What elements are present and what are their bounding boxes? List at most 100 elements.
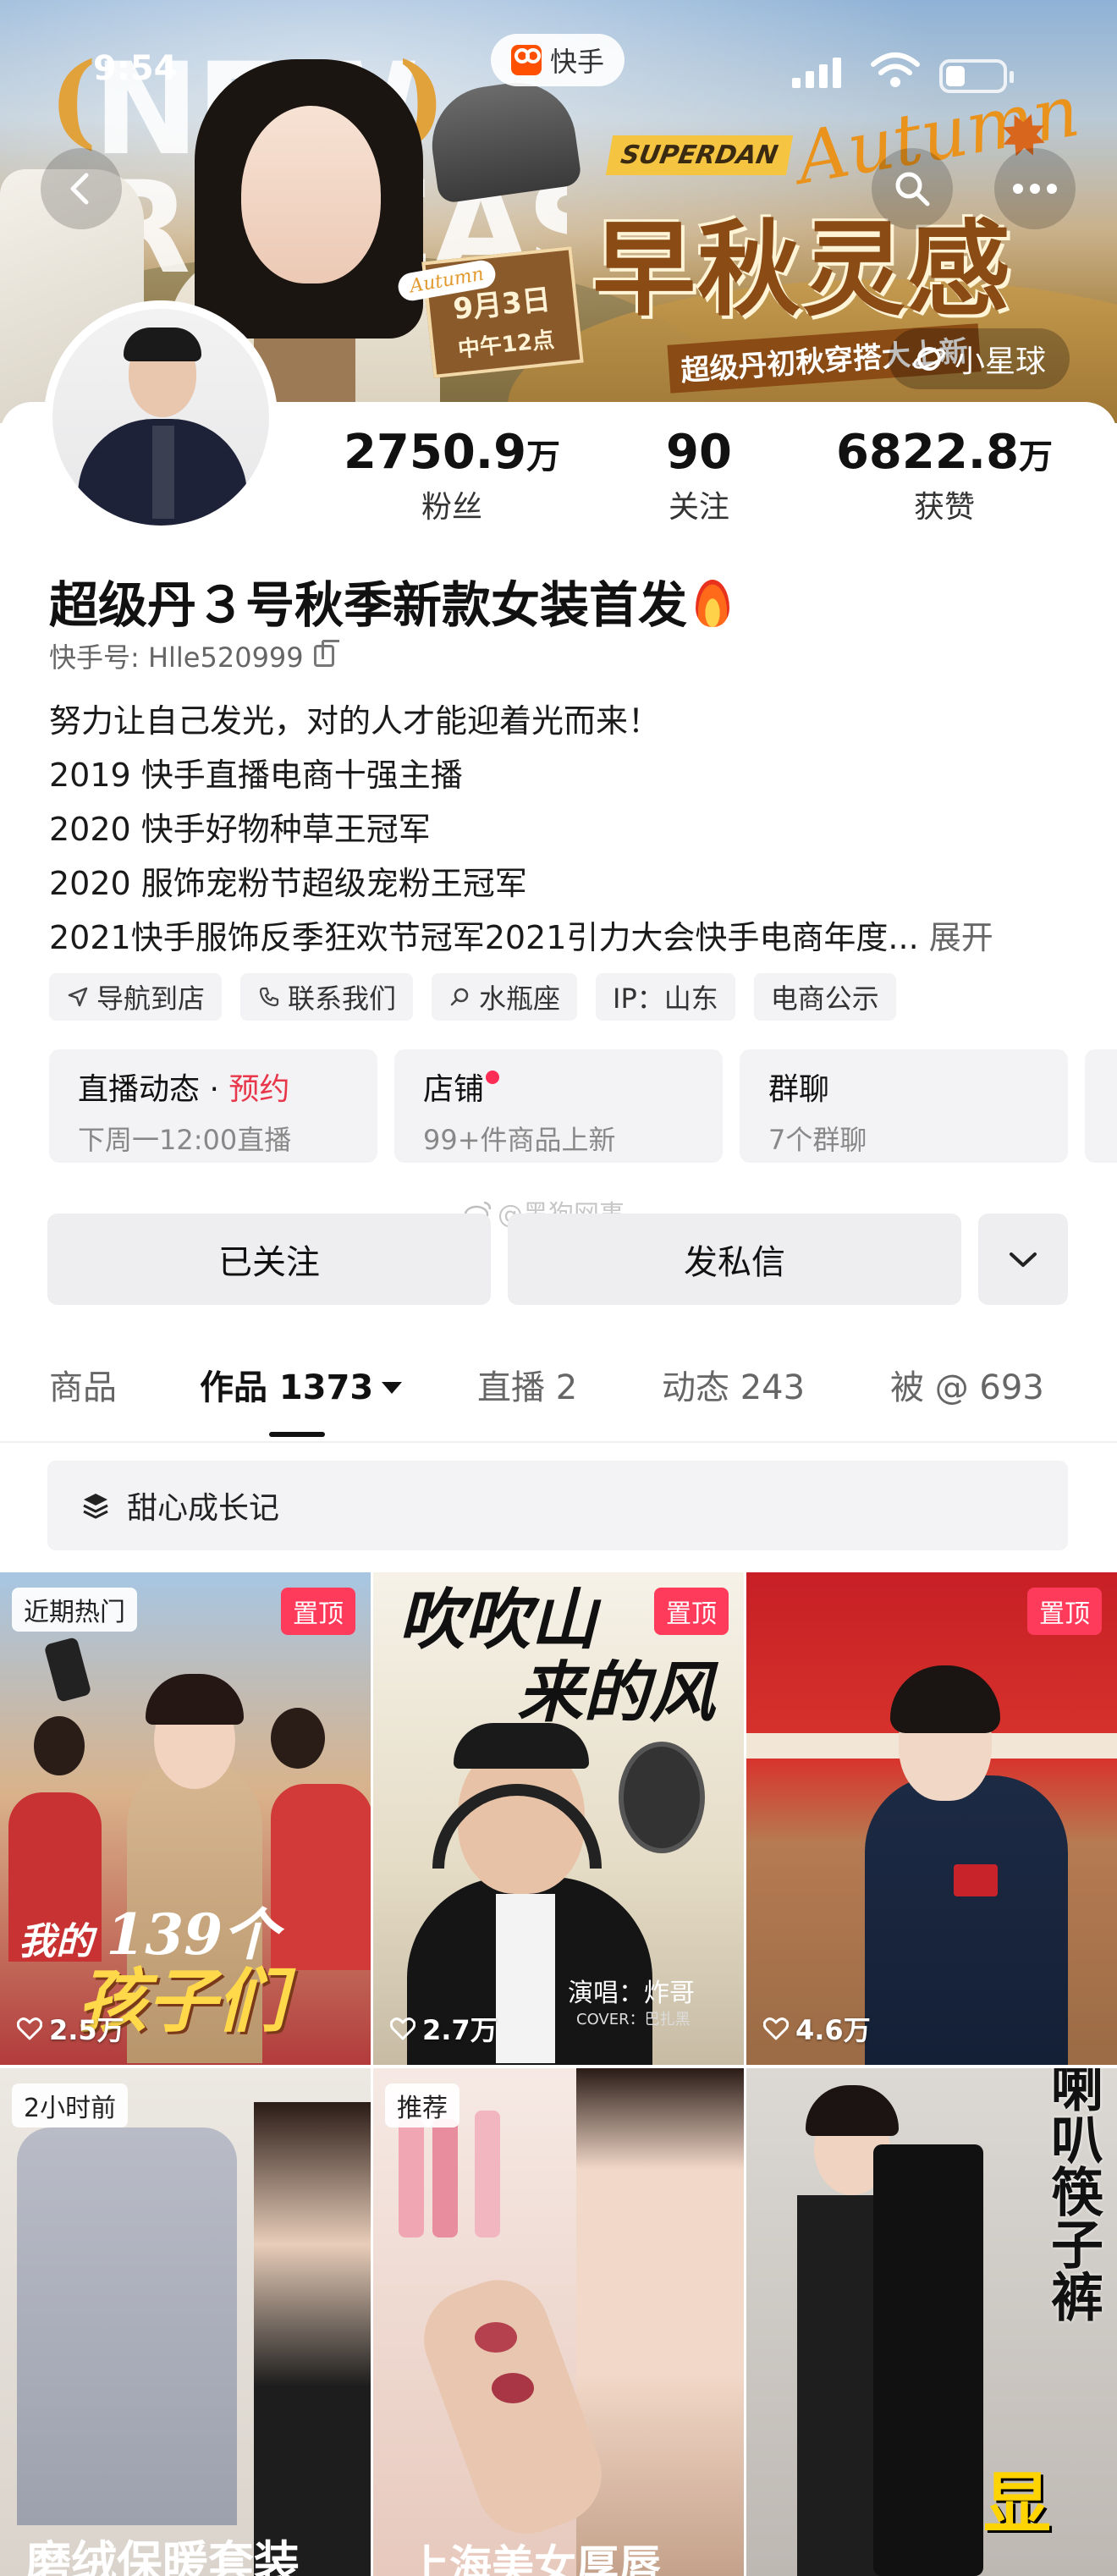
likes-count: 2.7万 — [422, 2014, 498, 2046]
card-title: 店铺 — [423, 1072, 485, 1107]
message-button[interactable]: 发私信 — [508, 1214, 961, 1305]
video-title-vertical: 喇叭筷子裤 — [1042, 2068, 1103, 2322]
app-name: 快手 — [550, 46, 605, 78]
tag-navigate[interactable]: 导航到店 — [49, 973, 223, 1021]
avatar[interactable] — [52, 309, 269, 526]
banner-model-face — [241, 106, 381, 283]
woman-hair — [890, 1665, 1000, 1733]
more-button[interactable] — [994, 148, 1076, 229]
singer-label: 演唱：炸哥 — [568, 1979, 695, 2008]
collection-label: 甜心成长记 — [127, 1491, 280, 1526]
card-live[interactable]: 直播动态 · 预约 下周一12:00直播 — [49, 1049, 377, 1163]
model-hair — [806, 2085, 899, 2136]
card-reserve-link[interactable]: 预约 — [228, 1072, 289, 1107]
video-card[interactable]: 吹吹山 来的风 演唱：炸哥 COVER：巴扎黑 置顶 2.7万 — [373, 1572, 744, 2065]
tab-works[interactable]: 作品 1373 — [200, 1354, 403, 1422]
video-card[interactable]: 磨绒保暖套装 2小时前 — [0, 2068, 371, 2576]
garment — [17, 2127, 237, 2525]
tag-zodiac[interactable]: 水瓶座 — [432, 973, 578, 1021]
app-pill[interactable]: 快手 — [491, 34, 625, 86]
stat-following[interactable]: 90 关注 — [589, 423, 809, 529]
avatar-tie — [152, 426, 174, 519]
wifi-icon — [871, 52, 920, 87]
layers-icon — [83, 1494, 108, 1519]
bio-expand-link[interactable]: 展开 — [929, 919, 993, 956]
stat-fans[interactable]: 2750.9万 粉丝 — [342, 423, 562, 529]
likes-count: 2.5万 — [49, 2014, 124, 2046]
fire-icon — [696, 580, 730, 627]
status-time: 9:54 — [93, 49, 178, 88]
copy-icon[interactable] — [313, 640, 339, 667]
card-peek[interactable] — [1085, 1049, 1117, 1163]
card-title: 直播动态 · — [78, 1072, 229, 1107]
star-chip-label: 小星球 — [955, 344, 1047, 379]
card-shop[interactable]: 店铺 99+件商品上新 — [394, 1049, 723, 1163]
tag-label: 导航到店 — [96, 983, 206, 1015]
collection-row[interactable]: 甜心成长记 — [47, 1461, 1068, 1550]
model — [576, 2068, 744, 2576]
likes: 2.7万 — [390, 2009, 498, 2048]
tab-products[interactable]: 商品 — [49, 1354, 117, 1422]
bio: 努力让自己发光，对的人才能迎着光而来！ 2019 快手直播电商十强主播 2020… — [49, 694, 1081, 965]
stat-likes[interactable]: 6822.8万 获赞 — [834, 423, 1054, 529]
user-id[interactable]: 快手号: Hlle520999 — [49, 636, 339, 675]
tag-ip: IP：山东 — [596, 973, 735, 1021]
likes: 4.6万 — [763, 2009, 871, 2048]
tab-indicator — [269, 1432, 325, 1437]
heart-icon — [763, 2017, 789, 2040]
delegate-badge — [954, 1864, 998, 1896]
bio-line: 2020 快手好物种草王冠军 — [49, 811, 431, 848]
tab-live[interactable]: 直播 2 — [477, 1354, 577, 1422]
video-card[interactable]: 上海美女厚唇 推荐 — [373, 2068, 744, 2576]
tab-mentions[interactable]: 被 @ 693 — [890, 1354, 1044, 1422]
followed-button[interactable]: 已关注 — [47, 1214, 491, 1305]
card-group-chat[interactable]: 群聊 7个群聊 — [740, 1049, 1068, 1163]
woman-hair — [146, 1674, 244, 1725]
crowd-body — [271, 1784, 371, 1970]
tag-ecommerce[interactable]: 电商公示 — [753, 973, 896, 1021]
tag-label: IP：山东 — [613, 983, 718, 1015]
lipstick — [432, 2119, 458, 2237]
tag-label: 水瓶座 — [479, 983, 561, 1015]
tab-works-label: 作品 1373 — [200, 1368, 374, 1407]
navigation-icon — [68, 987, 88, 1007]
recommend-badge: 推荐 — [385, 2083, 459, 2127]
video-title: 上海美女厚唇 — [407, 2540, 661, 2576]
video-card[interactable]: 置顶 4.6万 — [746, 1572, 1117, 2065]
bio-line: 努力让自己发光，对的人才能迎着光而来！ — [49, 702, 661, 740]
back-button[interactable] — [41, 148, 122, 229]
more-dots-icon — [1013, 184, 1057, 194]
hot-badge: 近期热门 — [12, 1588, 137, 1632]
search-icon — [450, 988, 469, 1006]
bio-line: 2021快手服饰反季狂欢节冠军2021引力大会快手电商年度... — [49, 919, 919, 956]
pinned-badge: 置顶 — [281, 1588, 355, 1635]
stat-number: 6822.8 — [835, 425, 1020, 480]
star-chip[interactable]: 小星球 — [889, 328, 1070, 389]
pinned-badge: 置顶 — [654, 1588, 729, 1635]
heart-icon — [390, 2017, 415, 2040]
likes-count: 4.6万 — [795, 2014, 871, 2046]
tab-moments[interactable]: 动态 243 — [662, 1354, 805, 1422]
video-card[interactable]: 我的 139个 孩子们 近期热门 置顶 2.5万 — [0, 1572, 371, 2065]
chevron-down-icon — [1010, 1252, 1037, 1267]
banner-superdan: SUPERDAN — [605, 135, 793, 175]
search-button[interactable] — [872, 148, 953, 229]
singer-hair — [454, 1723, 589, 1769]
more-options-button[interactable] — [978, 1214, 1068, 1305]
tag-contact[interactable]: 联系我们 — [240, 973, 414, 1021]
card-subtitle: 7个群聊 — [768, 1124, 867, 1156]
feature-cards: 直播动态 · 预约 下周一12:00直播 店铺 99+件商品上新 群聊 7个群聊 — [49, 1049, 1068, 1163]
notification-dot — [486, 1071, 500, 1084]
bio-line: 2020 服饰宠粉节超级宠粉王冠军 — [49, 865, 527, 902]
stat-unit: 万 — [1019, 438, 1054, 476]
chevron-left-icon — [70, 173, 89, 205]
kuaishou-logo-icon — [511, 45, 542, 75]
card-subtitle: 99+件商品上新 — [423, 1124, 616, 1156]
video-card[interactable]: 喇叭筷子裤 显 — [746, 2068, 1117, 2576]
likes: 2.5万 — [17, 2009, 124, 2048]
pinned-badge: 置顶 — [1027, 1588, 1102, 1635]
lipstick — [475, 2111, 500, 2237]
video-title: 来的风 — [517, 1654, 716, 1731]
profile-name-text: 超级丹３号秋季新款女装首发 — [49, 576, 688, 634]
avatar-hair — [124, 328, 201, 361]
